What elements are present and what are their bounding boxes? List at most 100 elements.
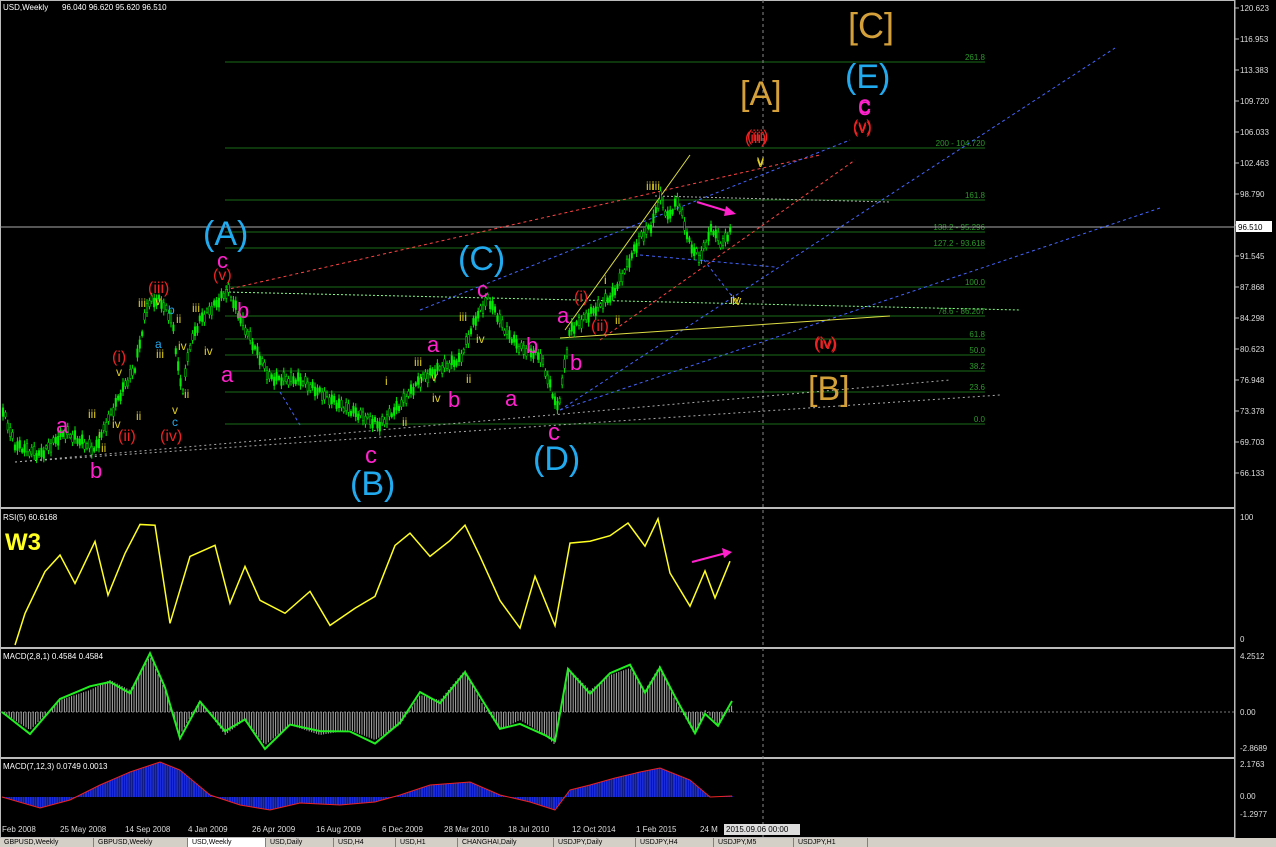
candle-body: [172, 324, 175, 332]
candle-body: [220, 291, 223, 299]
candle-body: [654, 207, 657, 213]
candle-body: [381, 416, 384, 424]
time-axis-label: 26 Apr 2009: [252, 825, 296, 834]
candle-body: [383, 419, 386, 425]
candle-body: [201, 312, 204, 322]
candle-body: [724, 232, 727, 243]
wave-label: c: [858, 89, 871, 119]
wave-label: b: [168, 303, 175, 317]
wave-label: iii: [192, 301, 200, 315]
candle-body: [52, 437, 55, 443]
candle-body: [352, 405, 355, 414]
candle-body: [544, 370, 547, 377]
candle-body: [42, 450, 45, 459]
trend-line[interactable]: [224, 291, 1021, 311]
candle-body: [592, 307, 595, 314]
candle-body: [35, 453, 38, 461]
candle-body: [33, 446, 36, 456]
candle-body: [321, 391, 324, 401]
candle-body: [616, 283, 619, 289]
candle-body: [659, 190, 662, 201]
candle-body: [462, 349, 465, 354]
wave-label: iii: [459, 310, 467, 324]
price-axis-label: 66.133: [1240, 469, 1265, 478]
candle-body: [609, 295, 612, 303]
trend-line[interactable]: [654, 195, 891, 203]
candle-body: [496, 315, 499, 322]
candle-body: [222, 293, 225, 299]
candle-body: [438, 366, 441, 370]
fib-level-label: 23.6: [969, 383, 985, 392]
candle-body: [198, 315, 201, 322]
candle-body: [477, 310, 480, 319]
candle-body: [90, 446, 93, 455]
candle-body: [83, 442, 86, 450]
wave-label: (iii): [747, 128, 768, 145]
candle-body: [657, 202, 660, 209]
candle-body: [589, 306, 593, 314]
trend-line[interactable]: [559, 315, 891, 339]
candle-body: [287, 378, 290, 386]
symbol-tab[interactable]: GBPUSD,Weekly: [94, 838, 188, 847]
symbol-tab[interactable]: USD,H4: [334, 838, 396, 847]
candle-body: [635, 243, 638, 253]
candle-body: [426, 373, 429, 384]
ohlc-readout: 96.040 96.620 95.620 96.510: [62, 3, 167, 12]
trend-line[interactable]: [599, 159, 856, 341]
candle-body: [189, 345, 192, 350]
candle-body: [700, 250, 703, 260]
candle-body: [599, 303, 602, 307]
candle-body: [323, 391, 326, 400]
candle-body: [177, 361, 180, 371]
candle-body: [78, 438, 81, 446]
candle-body: [601, 300, 605, 310]
candle-body: [210, 306, 213, 316]
symbol-tab[interactable]: USDJPY,H1: [794, 838, 868, 847]
time-axis-label: 4 Jan 2009: [188, 825, 228, 834]
trend-line[interactable]: [559, 47, 1116, 411]
candle-body: [455, 360, 458, 366]
wave-label: iv: [204, 344, 213, 358]
trend-line[interactable]: [279, 391, 301, 426]
price-axis-label: 98.790: [1240, 190, 1265, 199]
candle-body: [129, 369, 132, 379]
candle-body: [11, 431, 14, 439]
candle-body: [165, 305, 168, 310]
candle-body: [503, 329, 506, 335]
candle-body: [513, 334, 516, 343]
symbol-tab[interactable]: USDJPY,Daily: [554, 838, 636, 847]
wave-label: iv: [178, 339, 187, 353]
candle-body: [669, 209, 672, 219]
candle-body: [649, 225, 653, 234]
time-axis-label: 25 May 2008: [60, 825, 107, 834]
fib-level-label: 50.0: [969, 346, 985, 355]
fib-level-label: 261.8: [965, 53, 986, 62]
candle-body: [102, 424, 105, 431]
symbol-tab[interactable]: USD,Weekly: [188, 838, 266, 847]
price-axis-label: 84.298: [1240, 314, 1265, 323]
symbol-tab[interactable]: USDJPY,H4: [636, 838, 714, 847]
candle-body: [417, 376, 420, 385]
fib-level-label: 0.0: [974, 415, 986, 424]
symbol-tab[interactable]: GBPUSD,Weekly: [0, 838, 94, 847]
candle-body: [385, 414, 389, 424]
time-axis-label: 12 Oct 2014: [572, 825, 616, 834]
candle-body: [491, 300, 494, 311]
wave-label: a: [557, 303, 570, 328]
symbol-tab[interactable]: USD,Daily: [266, 838, 334, 847]
candle-body: [453, 359, 456, 368]
symbol-tab[interactable]: USDJPY,M5: [714, 838, 794, 847]
wave-label: ii: [176, 312, 181, 326]
candle-body: [546, 374, 549, 385]
wave-label: iv: [730, 292, 740, 307]
symbol-tab[interactable]: CHANGHAI,Daily: [458, 838, 554, 847]
chart-svg[interactable]: 261.8200 - 104.720161.8138.2 - 95.296127…: [0, 0, 1276, 847]
candle-body: [4, 412, 7, 418]
candle-body: [570, 322, 573, 332]
candle-body: [251, 341, 254, 351]
wave-label: b: [237, 298, 249, 323]
symbol-tab[interactable]: USD,H1: [396, 838, 458, 847]
wave-label: (ii): [591, 318, 609, 335]
candle-body: [637, 235, 641, 244]
trend-line[interactable]: [559, 207, 1161, 411]
